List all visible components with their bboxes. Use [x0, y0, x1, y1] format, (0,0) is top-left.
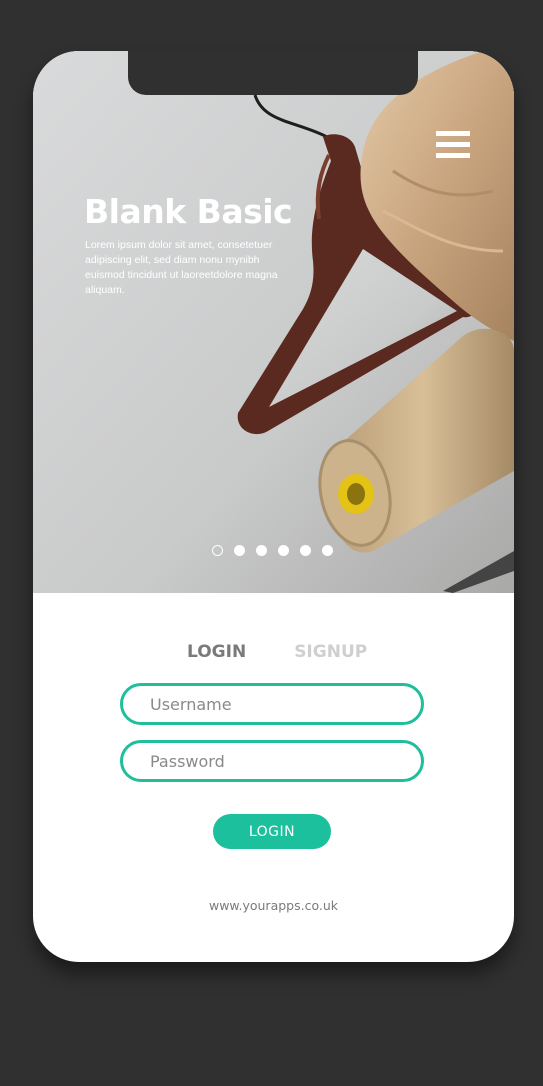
hamburger-menu-icon[interactable]: [436, 131, 470, 158]
carousel-dot[interactable]: [256, 545, 267, 556]
login-button[interactable]: LOGIN: [213, 814, 331, 849]
footer-url: www.yourapps.co.uk: [208, 898, 339, 913]
phone-frame: Blank Basic Lorem ipsum dolor sit amet, …: [33, 51, 514, 962]
menu-line: [436, 131, 470, 136]
auth-tabs: LOGIN SIGNUP: [187, 642, 367, 662]
carousel-dot[interactable]: [322, 545, 333, 556]
hero-description: Lorem ipsum dolor sit amet, consetetuer …: [85, 239, 278, 296]
tab-login[interactable]: LOGIN: [187, 642, 246, 662]
username-field-wrapper: [120, 683, 424, 725]
carousel-dot-active[interactable]: [212, 545, 223, 556]
hero-title: Blank Basic: [84, 192, 293, 231]
phone-notch: [128, 51, 418, 95]
carousel-indicators: [212, 545, 333, 556]
menu-line: [436, 153, 470, 158]
hero-banner: Blank Basic Lorem ipsum dolor sit amet, …: [33, 51, 514, 593]
tab-signup[interactable]: SIGNUP: [294, 642, 367, 662]
carousel-dot[interactable]: [300, 545, 311, 556]
password-input[interactable]: [123, 743, 421, 779]
carousel-dot[interactable]: [278, 545, 289, 556]
menu-line: [436, 142, 470, 147]
carousel-dot[interactable]: [234, 545, 245, 556]
password-field-wrapper: [120, 740, 424, 782]
username-input[interactable]: [123, 686, 421, 722]
